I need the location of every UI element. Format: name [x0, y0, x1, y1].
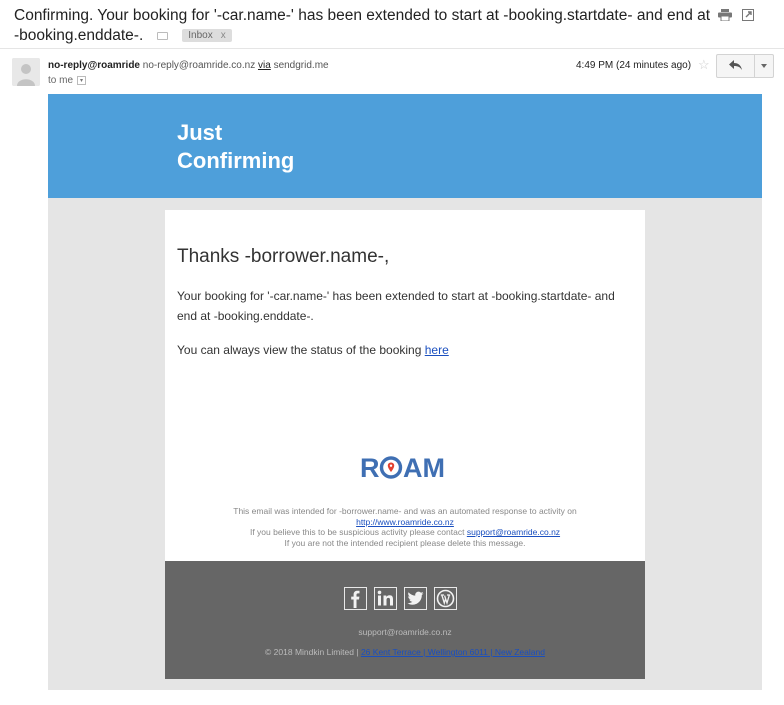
- email-greeting: Thanks -borrower.name-,: [177, 246, 390, 267]
- more-actions-button[interactable]: [755, 55, 773, 77]
- social-links: [344, 587, 457, 610]
- sender-avatar[interactable]: [12, 58, 40, 86]
- email-footer: support@roamride.co.nz © 2018 Mindkin Li…: [165, 561, 645, 679]
- facebook-icon[interactable]: [344, 587, 367, 610]
- wordpress-icon[interactable]: [434, 587, 457, 610]
- email-paragraph-extension: Your booking for '-car.name-' has been e…: [177, 289, 615, 323]
- support-email-link[interactable]: support@roamride.co.nz: [467, 527, 560, 537]
- email-body: Just Confirming Thanks -borrower.name-, …: [48, 94, 762, 690]
- via-link[interactable]: via: [258, 60, 271, 71]
- footer-copyright: © 2018 Mindkin Limited | 26 Kent Terrace…: [165, 647, 645, 657]
- inbox-label-text: Inbox: [188, 30, 213, 42]
- reply-button[interactable]: [717, 55, 755, 77]
- status-text: You can always view the status of the bo…: [177, 343, 422, 357]
- email-card: Thanks -borrower.name-, Your booking for…: [165, 210, 645, 561]
- reply-icon: [728, 57, 743, 75]
- sender-email: no-reply@roamride.co.nz: [142, 60, 256, 71]
- recipient-text: to me: [48, 75, 74, 86]
- sender-line: no-reply@roamride no-reply@roamride.co.n…: [48, 60, 329, 71]
- show-details-dropdown-icon[interactable]: ▾: [77, 76, 87, 85]
- disclaimer-line1: This email was intended for -borrower.na…: [233, 506, 577, 516]
- address-link[interactable]: 26 Kent Terrace | Wellington 6011 | New …: [361, 647, 545, 657]
- banner-title-line2: Confirming: [177, 148, 295, 173]
- roam-logo: R AM: [360, 452, 455, 483]
- email-banner: Just Confirming: [48, 94, 762, 198]
- inbox-label-chip[interactable]: Inbox x: [182, 29, 232, 43]
- more-icon: [761, 64, 767, 68]
- disclaimer-line2: If you believe this to be suspicious act…: [249, 527, 465, 537]
- thread-actions: [718, 8, 756, 22]
- disclaimer-line3: If you are not the intended recipient pl…: [284, 537, 526, 548]
- sender-name[interactable]: no-reply@roamride: [48, 60, 140, 71]
- subject-row: Confirming. Your booking for '-car.name-…: [14, 6, 714, 46]
- footer-support-email: support@roamride.co.nz: [358, 627, 452, 637]
- email-timestamp: 4:49 PM (24 minutes ago): [576, 60, 692, 71]
- print-icon[interactable]: [718, 8, 732, 22]
- svg-text:R: R: [360, 453, 380, 482]
- copyright-text: © 2018 Mindkin Limited |: [265, 647, 359, 657]
- subject-labels: Inbox x: [149, 29, 232, 43]
- star-icon[interactable]: ☆: [698, 57, 710, 73]
- svg-text:AM: AM: [403, 453, 445, 482]
- email-disclaimer: This email was intended for -borrower.na…: [165, 506, 645, 548]
- popout-icon[interactable]: [742, 8, 756, 21]
- email-paragraph-status: You can always view the status of the bo…: [177, 340, 627, 360]
- email-subject: Confirming. Your booking for '-car.name-…: [14, 7, 711, 44]
- banner-title-line1: Just: [177, 120, 223, 145]
- reply-button-group: [716, 54, 774, 78]
- linkedin-icon[interactable]: [374, 587, 397, 610]
- via-domain: sendgrid.me: [273, 60, 329, 71]
- website-link[interactable]: http://www.roamride.co.nz: [356, 517, 454, 527]
- header-divider: [0, 48, 784, 49]
- booking-status-link[interactable]: here: [425, 343, 449, 357]
- remove-label-button[interactable]: x: [221, 30, 226, 41]
- important-marker-icon[interactable]: [157, 31, 169, 40]
- recipient-line: to me ▾: [48, 75, 87, 86]
- twitter-icon[interactable]: [404, 587, 427, 610]
- banner-title: Just Confirming: [177, 119, 377, 175]
